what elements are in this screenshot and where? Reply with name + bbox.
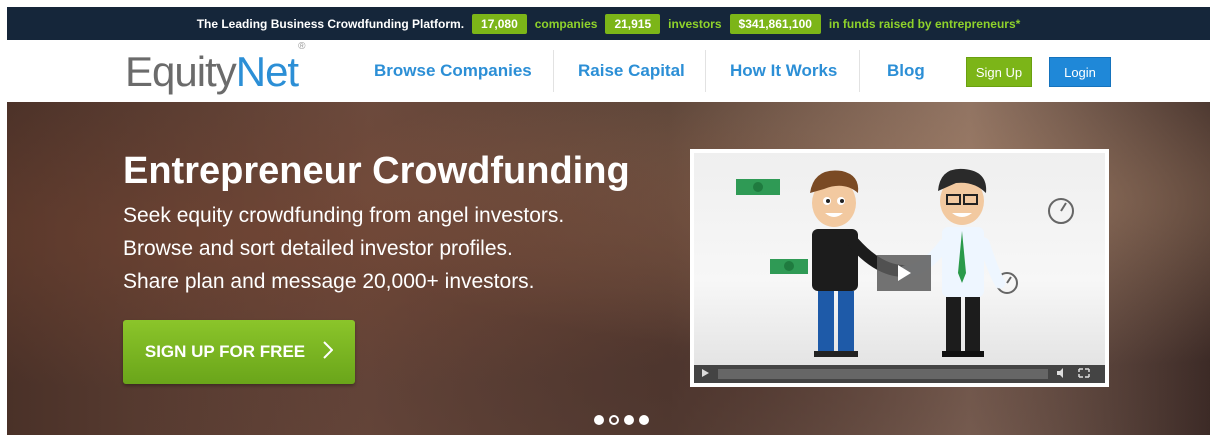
carousel-dot-active[interactable]	[609, 415, 619, 425]
companies-label: companies	[534, 16, 598, 31]
logo-equity-text: Equity	[125, 48, 237, 95]
explainer-video[interactable]	[690, 149, 1109, 387]
login-button[interactable]: Login	[1049, 57, 1111, 87]
stats-bar: The Leading Business Crowdfunding Platfo…	[7, 7, 1210, 40]
companies-count-badge: 17,080	[472, 13, 527, 34]
hero-section: Entrepreneur Crowdfunding Seek equity cr…	[7, 102, 1210, 435]
signup-button[interactable]: Sign Up	[966, 57, 1032, 87]
equitynet-logo[interactable]: EquityNet®	[125, 41, 306, 96]
nav-divider	[705, 50, 706, 92]
carousel-indicators	[594, 415, 649, 425]
carousel-dot[interactable]	[639, 415, 649, 425]
logo-registered-mark: ®	[298, 41, 305, 52]
carousel-dot[interactable]	[594, 415, 604, 425]
volume-icon[interactable]	[1056, 365, 1068, 383]
hero-line-2: Browse and sort detailed investor profil…	[123, 237, 513, 260]
cta-label: SIGN UP FOR FREE	[144, 342, 306, 361]
nav-browse-companies[interactable]: Browse Companies	[374, 40, 532, 102]
main-nav: EquityNet® Browse Companies Raise Capita…	[7, 40, 1210, 103]
control-play-icon[interactable]	[700, 365, 710, 383]
hero-line-3: Share plan and message 20,000+ investors…	[123, 270, 535, 293]
fullscreen-icon[interactable]	[1078, 365, 1090, 383]
investors-label: investors	[668, 16, 722, 31]
video-control-bar	[694, 365, 1105, 383]
hero-line-1: Seek equity crowdfunding from angel inve…	[123, 204, 565, 227]
funds-amount-badge: $341,861,100	[729, 13, 821, 34]
carousel-dot[interactable]	[624, 415, 634, 425]
play-icon[interactable]	[877, 255, 931, 291]
investors-count-badge: 21,915	[605, 13, 661, 34]
funds-label: in funds raised by entrepreneurs*	[828, 16, 1021, 31]
nav-divider	[553, 50, 554, 92]
hero-title: Entrepreneur Crowdfunding	[123, 150, 630, 192]
nav-blog[interactable]: Blog	[887, 40, 925, 102]
video-progress-track[interactable]	[718, 369, 1048, 379]
logo-net-text: Net	[235, 48, 299, 95]
nav-how-it-works[interactable]: How It Works	[730, 40, 837, 102]
chevron-right-icon	[323, 340, 334, 364]
tagline: The Leading Business Crowdfunding Platfo…	[196, 16, 465, 31]
nav-divider	[859, 50, 860, 92]
signup-free-button[interactable]: SIGN UP FOR FREE	[123, 320, 355, 384]
nav-raise-capital[interactable]: Raise Capital	[578, 40, 685, 102]
